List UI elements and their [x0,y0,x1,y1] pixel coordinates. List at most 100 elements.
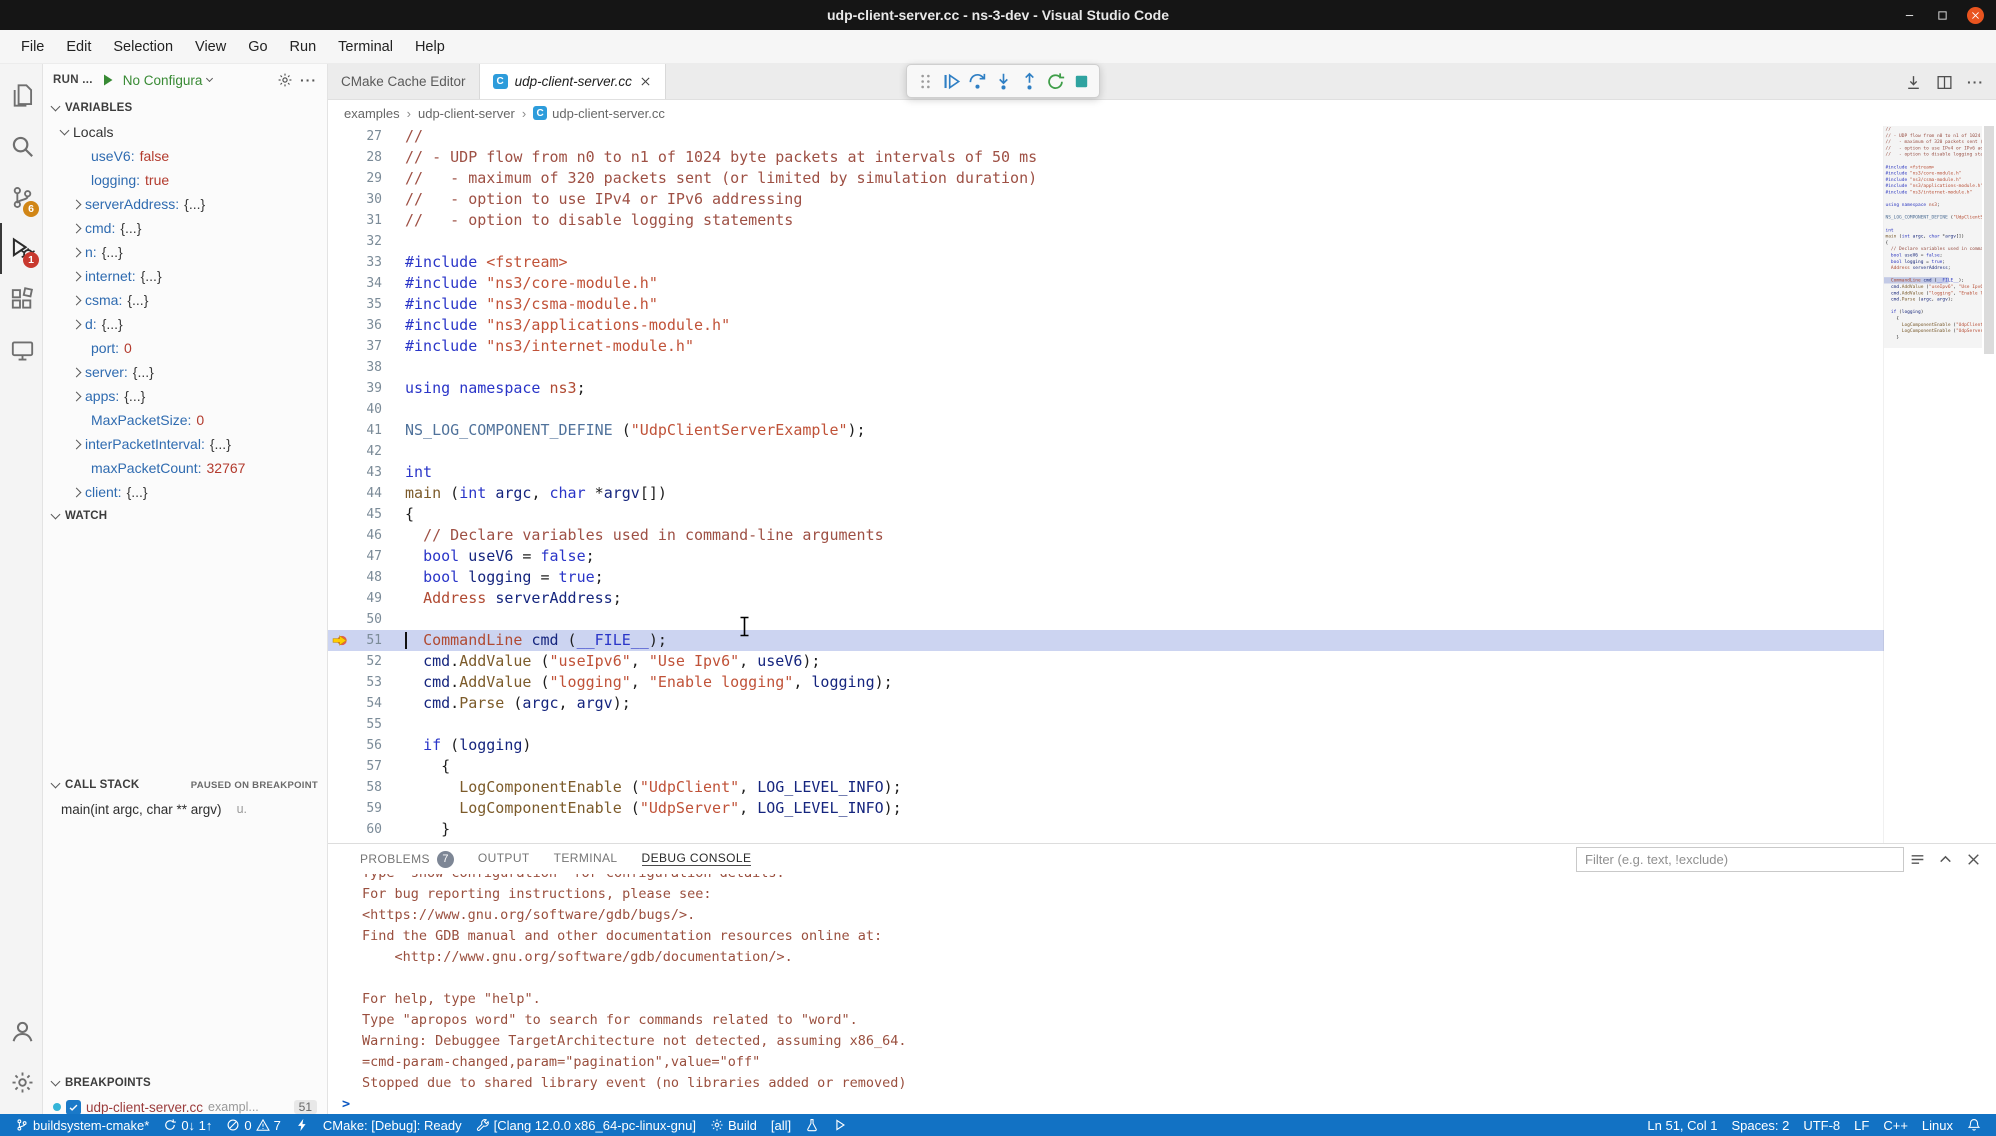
code-line-38[interactable]: 38 [328,357,1884,378]
console-options-icon[interactable] [1909,851,1926,868]
launch-button[interactable] [826,1114,854,1136]
menu-terminal[interactable]: Terminal [327,30,404,63]
menu-help[interactable]: Help [404,30,456,63]
menu-go[interactable]: Go [237,30,278,63]
breakpoint-margin[interactable] [328,525,352,546]
code-line-28[interactable]: 28// - UDP flow from n0 to n1 of 1024 by… [328,147,1884,168]
breakpoint-margin[interactable] [328,168,352,189]
breakpoint-margin[interactable] [328,210,352,231]
more-actions-icon[interactable]: ··· [300,72,317,88]
variable-apps[interactable]: apps:{...} [43,384,327,408]
download-icon[interactable] [1905,74,1922,91]
code-line-50[interactable]: 50 [328,609,1884,630]
code-line-52[interactable]: 52 cmd.AddValue ("useIpv6", "Use Ipv6", … [328,651,1884,672]
breakpoint-margin[interactable] [328,399,352,420]
breakpoint-margin[interactable] [328,462,352,483]
debug-config-dropdown[interactable]: No Configura [123,73,213,88]
code-line-45[interactable]: 45{ [328,504,1884,525]
cmake-status[interactable]: CMake: [Debug]: Ready [316,1114,469,1136]
code-line-46[interactable]: 46 // Declare variables used in command-… [328,525,1884,546]
ctest-button[interactable] [798,1114,826,1136]
breakpoint-margin[interactable] [328,420,352,441]
breakpoint-checkbox[interactable] [66,1100,81,1115]
code-line-51[interactable]: 51 CommandLine cmd (__FILE__); [328,630,1884,651]
code-line-30[interactable]: 30// - option to use IPv4 or IPv6 addres… [328,189,1884,210]
step-out-button[interactable] [1016,68,1042,94]
variable-logging[interactable]: logging:true [43,168,327,192]
breakpoint-margin[interactable] [328,756,352,777]
sync-status[interactable]: 0↓ 1↑ [156,1114,219,1136]
eol[interactable]: LF [1847,1114,1876,1136]
code-line-57[interactable]: 57 { [328,756,1884,777]
code-line-42[interactable]: 42 [328,441,1884,462]
code-line-32[interactable]: 32 [328,231,1884,252]
console-prompt[interactable]: > [342,1094,1996,1114]
start-debugging-icon[interactable] [100,72,116,88]
stop-button[interactable] [1068,68,1094,94]
variable-server[interactable]: server:{...} [43,360,327,384]
code-line-36[interactable]: 36#include "ns3/applications-module.h" [328,315,1884,336]
code-line-53[interactable]: 53 cmd.AddValue ("logging", "Enable logg… [328,672,1884,693]
activity-remote-explorer[interactable] [0,325,42,376]
activity-explorer[interactable] [0,70,42,121]
activity-extensions[interactable] [0,274,42,325]
breakpoint-margin[interactable] [328,714,352,735]
editor-more-actions-icon[interactable]: ··· [1967,74,1984,90]
variable-client[interactable]: client:{...} [43,480,327,504]
tab-udp-client-server-cc[interactable]: Cudp-client-server.cc [480,64,666,99]
activity-run-debug[interactable]: 1 [0,223,42,274]
variable-cmd[interactable]: cmd:{...} [43,216,327,240]
code-line-27[interactable]: 27// [328,126,1884,147]
breakpoint-margin[interactable] [328,336,352,357]
editor[interactable]: 27//28// - UDP flow from n0 to n1 of 102… [328,126,1996,843]
menu-view[interactable]: View [184,30,237,63]
code-line-55[interactable]: 55 [328,714,1884,735]
breakpoint-margin[interactable] [328,357,352,378]
variable-n[interactable]: n:{...} [43,240,327,264]
stack-frame[interactable]: main(int argc, char ** argv) u. [43,797,327,821]
variable-useV6[interactable]: useV6:false [43,144,327,168]
gear-icon[interactable] [277,72,293,88]
breakpoint-margin[interactable] [328,609,352,630]
code-line-39[interactable]: 39using namespace ns3; [328,378,1884,399]
variable-interPacketInterval[interactable]: interPacketInterval:{...} [43,432,327,456]
breadcrumb-item[interactable]: Cudp-client-server.cc [515,106,665,121]
activity-accounts[interactable] [0,1006,42,1057]
debug-current-line-icon[interactable] [328,630,352,651]
variable-csma[interactable]: csma:{...} [43,288,327,312]
restart-button[interactable] [1042,68,1068,94]
maximize-icon[interactable] [1934,7,1951,24]
notifications[interactable] [1960,1114,1988,1136]
code-line-40[interactable]: 40 [328,399,1884,420]
encoding[interactable]: UTF-8 [1796,1114,1847,1136]
indentation[interactable]: Spaces: 2 [1725,1114,1797,1136]
menu-file[interactable]: File [10,30,55,63]
activity-search[interactable] [0,121,42,172]
continue-button[interactable] [938,68,964,94]
menu-run[interactable]: Run [279,30,328,63]
variable-d[interactable]: d:{...} [43,312,327,336]
scope-locals[interactable]: Locals [43,120,327,144]
cmake-build-target[interactable]: [all] [764,1114,798,1136]
branch-status[interactable]: buildsystem-cmake* [8,1114,156,1136]
cmake-kit[interactable]: [Clang 12.0.0 x86_64-pc-linux-gnu] [469,1114,703,1136]
scrollbar-thumb[interactable] [1984,126,1994,354]
code-line-37[interactable]: 37#include "ns3/internet-module.h" [328,336,1884,357]
breakpoint-margin[interactable] [328,483,352,504]
os-indicator[interactable]: Linux [1915,1114,1960,1136]
console-filter-input[interactable] [1576,847,1904,872]
breakpoint-margin[interactable] [328,588,352,609]
problems-status[interactable]: 07 [219,1114,287,1136]
breakpoint-margin[interactable] [328,735,352,756]
step-over-button[interactable] [964,68,990,94]
panel-tab-debug-console[interactable]: DEBUG CONSOLE [642,851,752,866]
code-line-56[interactable]: 56 if (logging) [328,735,1884,756]
breakpoint-item[interactable]: udp-client-server.cc exampl... 51 [43,1095,327,1114]
code-line-31[interactable]: 31// - option to disable logging stateme… [328,210,1884,231]
code-line-47[interactable]: 47 bool useV6 = false; [328,546,1884,567]
breakpoint-margin[interactable] [328,252,352,273]
code-line-33[interactable]: 33#include <fstream> [328,252,1884,273]
variable-MaxPacketSize[interactable]: MaxPacketSize:0 [43,408,327,432]
variables-section-header[interactable]: VARIABLES [43,96,327,120]
debug-console[interactable]: Type "show configuration" for configurat… [328,874,1996,1114]
